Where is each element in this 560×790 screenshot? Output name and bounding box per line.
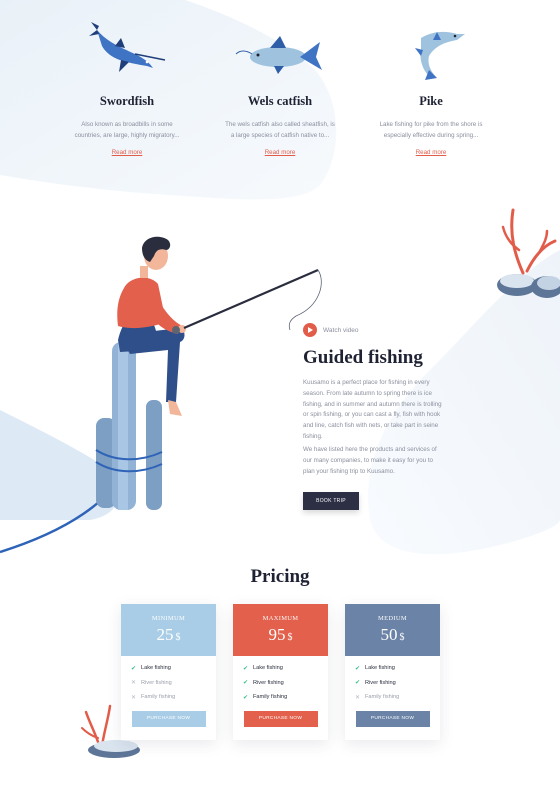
purchase-now-button[interactable]: PURCHASE NOW — [355, 710, 430, 727]
check-icon: ✔ — [355, 665, 361, 672]
fish-card-wels-catfish: Wels catfish The wels catfish also calle… — [215, 10, 345, 159]
feature-item: ✔ River fishing — [355, 679, 396, 687]
plan-name: MEDIUM — [378, 615, 407, 622]
section-title-guided-fishing: Guided fishing — [303, 347, 423, 368]
fish-description: Also known as broadbills in some countri… — [74, 121, 180, 139]
book-trip-button[interactable]: BOOK TRIP — [303, 492, 359, 510]
pricing-card-medium: MEDIUM 50 $ ✔ Lake fishing ✔ River fishing … — [345, 604, 440, 740]
plan-price: 95 $ — [268, 625, 293, 644]
fish-description: The wels catfish also called sheatfish, … — [225, 121, 335, 139]
fish-description: Lake fishing for pike from the shore is … — [379, 121, 483, 139]
guided-paragraph-1: Kuusamo is a perfect place for fishing i… — [303, 379, 442, 440]
fisherman-illustration — [0, 236, 322, 554]
read-more-link[interactable]: Read more — [416, 149, 447, 156]
watch-video-label: Watch video — [323, 326, 359, 334]
swordfish-icon — [89, 22, 166, 72]
pricing-card-header: MAXIMUM 95 $ — [233, 604, 328, 656]
fish-card-pike: Pike Lake fishing for pike from the shor… — [366, 10, 496, 159]
play-icon — [303, 323, 317, 337]
pricing-card-maximum: MAXIMUM 95 $ ✔ Lake fishing ✔ River fishing… — [233, 604, 328, 740]
fish-card-swordfish: Swordfish Also known as broadbills in so… — [62, 10, 192, 159]
pricing-title: Pricing — [250, 566, 310, 587]
feature-item: ✕ Family fishing — [131, 694, 176, 701]
cross-icon: ✕ — [355, 694, 361, 701]
feature-item: ✕ River fishing — [131, 679, 172, 687]
fish-title: Pike — [419, 94, 443, 108]
purchase-now-button[interactable]: PURCHASE NOW — [243, 710, 318, 727]
purchase-now-button[interactable]: PURCHASE NOW — [131, 710, 206, 727]
watch-video-button[interactable]: Watch video — [303, 323, 359, 337]
check-icon: ✔ — [243, 680, 249, 687]
pricing-card-header: MEDIUM 50 $ — [345, 604, 440, 656]
feature-item: ✔ Lake fishing — [131, 665, 171, 672]
coral-rocks-illustration — [497, 208, 560, 298]
cross-icon: ✕ — [131, 680, 137, 687]
check-icon: ✔ — [131, 665, 137, 672]
check-icon: ✔ — [243, 694, 249, 701]
fish-title: Wels catfish — [247, 94, 313, 108]
pike-icon — [415, 31, 465, 80]
catfish-icon — [235, 36, 322, 74]
feature-item: ✔ River fishing — [243, 679, 284, 687]
feature-item: ✕ Family fishing — [355, 694, 400, 701]
plan-name: MAXIMUM — [262, 615, 299, 622]
check-icon: ✔ — [355, 680, 361, 687]
feature-item: ✔ Lake fishing — [243, 665, 283, 672]
check-icon: ✔ — [243, 665, 249, 672]
plan-price: 50 $ — [380, 625, 405, 644]
fish-title: Swordfish — [99, 94, 155, 108]
pricing-card-minimum: MINIMUM 25 $ ✔ Lake fishing ✕ River fishing… — [121, 604, 216, 740]
plan-price: 25 $ — [156, 625, 181, 644]
pricing-card-header: MINIMUM 25 $ — [121, 604, 216, 656]
read-more-link[interactable]: Read more — [265, 149, 296, 156]
read-more-link[interactable]: Read more — [112, 149, 143, 156]
guided-paragraph-2: We have listed here the products and ser… — [303, 446, 437, 475]
feature-item: ✔ Family fishing — [243, 694, 288, 701]
cross-icon: ✕ — [131, 694, 137, 701]
feature-item: ✔ Lake fishing — [355, 665, 395, 672]
plan-name: MINIMUM — [151, 615, 186, 622]
